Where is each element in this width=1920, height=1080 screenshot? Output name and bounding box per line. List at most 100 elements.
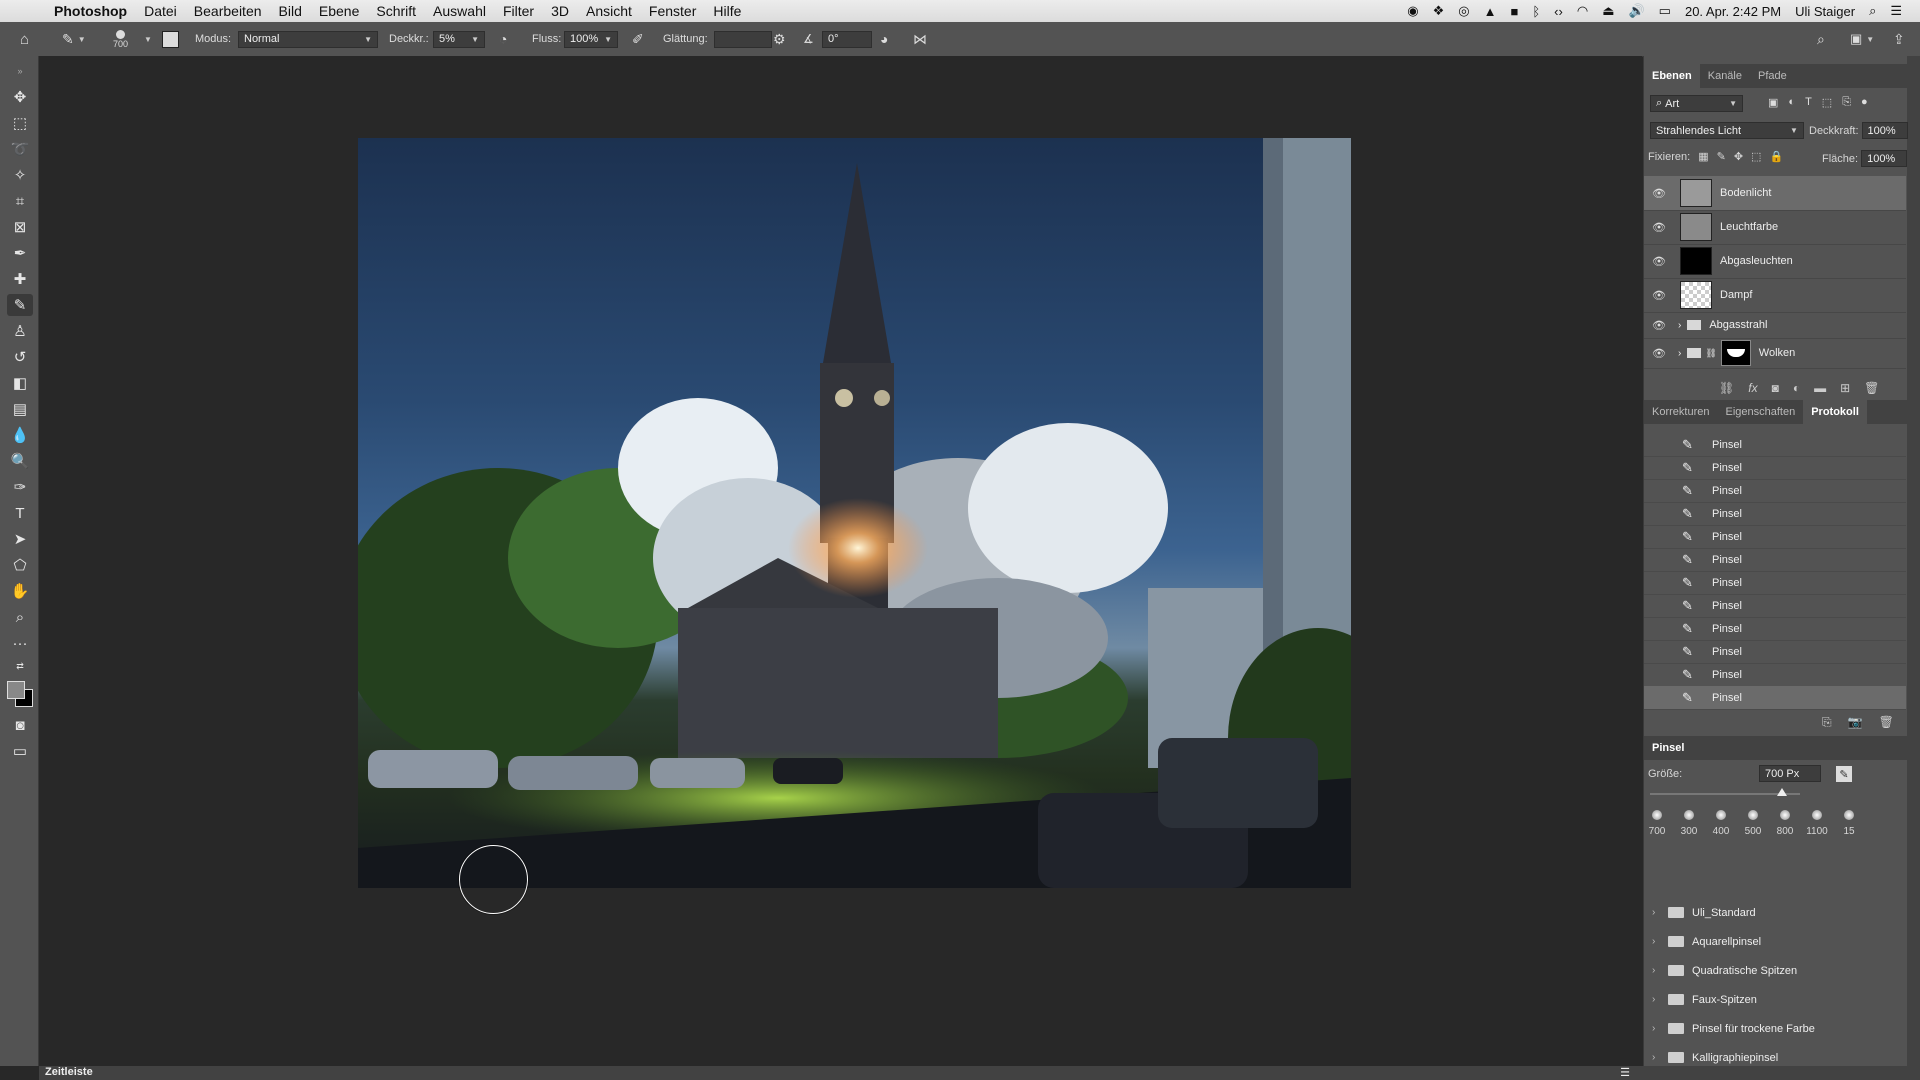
blur-tool-icon[interactable]: 💧 bbox=[7, 424, 33, 446]
pen-tool-icon[interactable]: ✑ bbox=[7, 476, 33, 498]
brush-picker-chevron-icon[interactable]: ▼ bbox=[140, 22, 152, 56]
record-icon[interactable]: ◉ bbox=[1407, 3, 1418, 19]
search-icon[interactable]: ⌕ bbox=[1817, 22, 1825, 56]
brush-panel-title[interactable]: Pinsel bbox=[1644, 742, 1692, 754]
menu-ebene[interactable]: Ebene bbox=[319, 3, 359, 19]
chevron-right-icon[interactable]: › bbox=[1652, 1023, 1664, 1034]
lasso-tool-icon[interactable]: ➰ bbox=[7, 138, 33, 160]
dropbox-icon[interactable]: ❖ bbox=[1433, 3, 1445, 19]
brush-preset[interactable]: 300 bbox=[1676, 810, 1702, 837]
tab-kanaele[interactable]: Kanäle bbox=[1700, 64, 1750, 88]
menu-app-name[interactable]: Photoshop bbox=[54, 3, 127, 19]
clone-stamp-tool-icon[interactable]: ♙ bbox=[7, 320, 33, 342]
screen-mode-icon[interactable]: ▭ bbox=[7, 740, 33, 762]
cc-icon[interactable]: ◎ bbox=[1458, 3, 1469, 19]
lock-pixels-icon[interactable]: ✎ bbox=[1717, 150, 1726, 163]
chevron-right-icon[interactable]: › bbox=[1652, 994, 1664, 1005]
brush-tool-icon[interactable]: ✎ bbox=[7, 294, 33, 316]
type-tool-icon[interactable]: T bbox=[7, 502, 33, 524]
brush-folder[interactable]: › Faux-Spitzen bbox=[1644, 985, 1906, 1014]
more-tools-icon[interactable]: ··· bbox=[7, 632, 33, 654]
magic-wand-tool-icon[interactable]: ✧ bbox=[7, 164, 33, 186]
history-item[interactable]: ✎ Pinsel bbox=[1644, 594, 1906, 618]
app-badge-icon[interactable]: ■ bbox=[1511, 4, 1519, 19]
wifi-icon[interactable]: ◠ bbox=[1577, 3, 1588, 19]
document-image[interactable] bbox=[358, 138, 1351, 888]
history-item[interactable]: ✎ Pinsel bbox=[1644, 479, 1906, 503]
eye-icon[interactable]: 👁 bbox=[1652, 255, 1672, 268]
menu-datei[interactable]: Datei bbox=[144, 3, 177, 19]
brush-preset[interactable]: 700 bbox=[1644, 810, 1670, 837]
chevron-right-icon[interactable]: › bbox=[1678, 320, 1681, 331]
symmetry-icon[interactable]: ⋈ bbox=[913, 22, 927, 56]
lock-position-icon[interactable]: ✥ bbox=[1734, 150, 1743, 163]
eraser-tool-icon[interactable]: ◧ bbox=[7, 372, 33, 394]
gear-icon[interactable]: ⚙ bbox=[773, 22, 786, 56]
path-selection-tool-icon[interactable]: ➤ bbox=[7, 528, 33, 550]
filter-type-icon[interactable]: T bbox=[1805, 96, 1812, 109]
history-item[interactable]: ✎ Pinsel bbox=[1644, 548, 1906, 572]
spotlight-icon[interactable]: ⌕ bbox=[1869, 3, 1876, 19]
brush-size-picker[interactable]: 700 bbox=[113, 22, 128, 56]
brush-preset[interactable]: 15 bbox=[1836, 810, 1862, 837]
menu-filter[interactable]: Filter bbox=[503, 3, 534, 19]
marquee-tool-icon[interactable]: ⬚ bbox=[7, 112, 33, 134]
filter-shape-icon[interactable]: ⬚ bbox=[1822, 96, 1832, 109]
smoothing-field[interactable] bbox=[714, 30, 772, 48]
pressure-opacity-icon[interactable]: ◔ bbox=[499, 22, 507, 56]
trash-icon[interactable]: 🗑 bbox=[1879, 715, 1894, 730]
brush-size-slider-thumb[interactable] bbox=[1777, 788, 1787, 796]
menu-schrift[interactable]: Schrift bbox=[376, 3, 416, 19]
brush-size-field[interactable]: 700 Px bbox=[1759, 765, 1821, 782]
alert-icon[interactable]: ▲ bbox=[1484, 4, 1497, 19]
filter-toggle-icon[interactable]: ● bbox=[1861, 96, 1868, 109]
eye-icon[interactable]: 👁 bbox=[1652, 347, 1672, 360]
history-item[interactable]: ✎ Pinsel bbox=[1644, 571, 1906, 595]
history-item[interactable]: ✎ Pinsel bbox=[1644, 686, 1906, 710]
chevron-right-icon[interactable]: › bbox=[1652, 907, 1664, 918]
menu-hilfe[interactable]: Hilfe bbox=[713, 3, 741, 19]
flow-field[interactable]: 100% ▼ bbox=[564, 30, 618, 48]
brush-folder[interactable]: › Uli_Standard bbox=[1644, 898, 1906, 927]
history-item[interactable]: ✎ Pinsel bbox=[1644, 433, 1906, 457]
notification-center-icon[interactable]: ☰ bbox=[1890, 3, 1902, 19]
hand-tool-icon[interactable]: ✋ bbox=[7, 580, 33, 602]
foreground-color-swatch[interactable] bbox=[7, 681, 25, 699]
history-item[interactable]: ✎ Pinsel bbox=[1644, 456, 1906, 480]
bluetooth-icon[interactable]: ᛒ bbox=[1532, 4, 1540, 19]
layer-row[interactable]: 👁 Leuchtfarbe bbox=[1644, 210, 1906, 245]
brush-tool-preset-icon[interactable]: ✎ ▼ bbox=[62, 22, 86, 56]
brush-preset[interactable]: 500 bbox=[1740, 810, 1766, 837]
eye-icon[interactable]: 👁 bbox=[1652, 221, 1672, 234]
shape-tool-icon[interactable]: ⬠ bbox=[7, 554, 33, 576]
history-item[interactable]: ✎ Pinsel bbox=[1644, 502, 1906, 526]
new-document-from-state-icon[interactable]: ⎘ bbox=[1822, 715, 1832, 730]
gradient-tool-icon[interactable]: ▤ bbox=[7, 398, 33, 420]
layer-filter-dropdown[interactable]: ⌕ Art ▼ bbox=[1650, 95, 1744, 112]
tab-protokoll[interactable]: Protokoll bbox=[1803, 400, 1867, 424]
new-group-icon[interactable]: ▬ bbox=[1814, 381, 1826, 395]
layer-row[interactable]: 👁 Abgasleuchten bbox=[1644, 244, 1906, 279]
fx-icon[interactable]: fx bbox=[1748, 381, 1757, 395]
tab-pfade[interactable]: Pfade bbox=[1750, 64, 1795, 88]
zoom-tool-icon[interactable]: ⌕ bbox=[7, 606, 33, 628]
filter-pixel-icon[interactable]: ▣ bbox=[1768, 96, 1778, 109]
history-item[interactable]: ✎ Pinsel bbox=[1644, 525, 1906, 549]
brush-folder[interactable]: › Pinsel für trockene Farbe bbox=[1644, 1014, 1906, 1043]
menu-3d[interactable]: 3D bbox=[551, 3, 569, 19]
menu-fenster[interactable]: Fenster bbox=[649, 3, 696, 19]
tab-korrekturen[interactable]: Korrekturen bbox=[1644, 400, 1717, 424]
chevron-right-icon[interactable]: › bbox=[1678, 348, 1681, 359]
dodge-tool-icon[interactable]: 🔍 bbox=[7, 450, 33, 472]
eye-icon[interactable]: 👁 bbox=[1652, 289, 1672, 302]
trash-icon[interactable]: 🗑 bbox=[1864, 381, 1879, 395]
opacity-field[interactable]: 5% ▼ bbox=[433, 30, 485, 48]
home-icon[interactable]: ⌂ bbox=[20, 22, 29, 56]
timeline-tab[interactable]: Zeitleiste bbox=[45, 1066, 93, 1078]
airbrush-icon[interactable]: ✐ bbox=[632, 22, 644, 56]
adjustment-layer-icon[interactable]: ◐ bbox=[1793, 381, 1800, 395]
crop-tool-icon[interactable]: ⌗ bbox=[7, 190, 33, 212]
eject-icon[interactable]: ⏏ bbox=[1602, 3, 1614, 19]
tab-ebenen[interactable]: Ebenen bbox=[1644, 64, 1700, 88]
add-mask-icon[interactable]: ◙ bbox=[1772, 381, 1779, 395]
